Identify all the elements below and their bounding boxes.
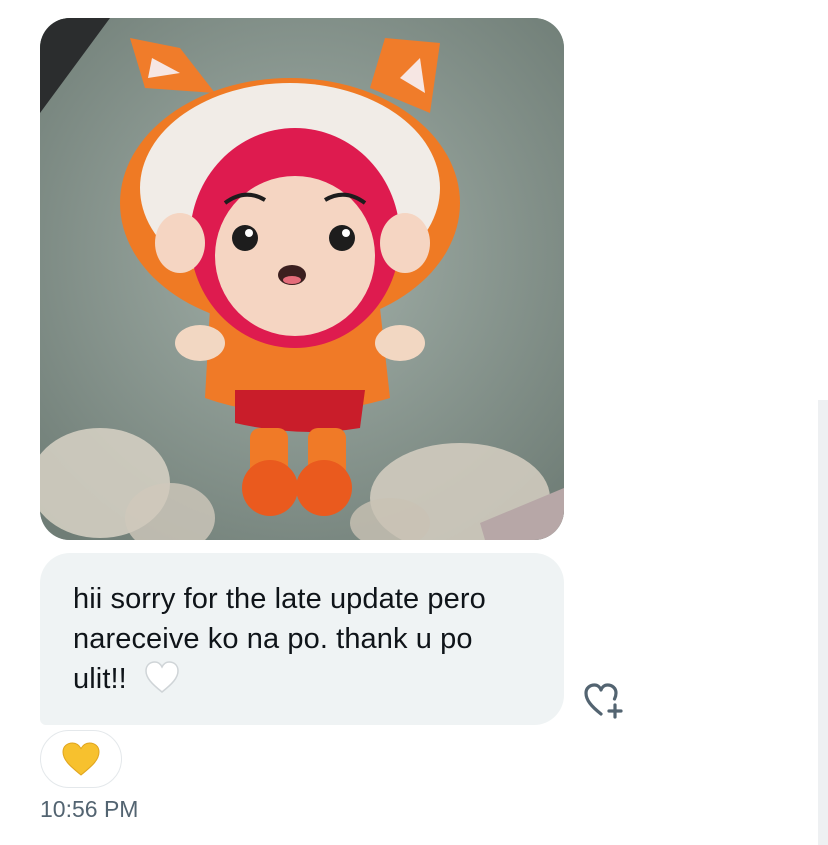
message-bubble[interactable]: hii sorry for the late update pero narec… <box>40 553 564 725</box>
message-text: hii sorry for the late update pero narec… <box>73 583 486 695</box>
heart-plus-icon <box>584 683 623 719</box>
add-reaction-button[interactable] <box>582 681 626 721</box>
scrollbar-track <box>818 400 828 845</box>
message-photo[interactable] <box>40 18 564 540</box>
reaction-badge[interactable] <box>40 730 122 788</box>
plush-doll-photo <box>40 18 564 540</box>
white-heart-icon <box>143 660 181 705</box>
message-timestamp: 10:56 PM <box>40 796 139 822</box>
yellow-heart-icon <box>62 742 100 776</box>
